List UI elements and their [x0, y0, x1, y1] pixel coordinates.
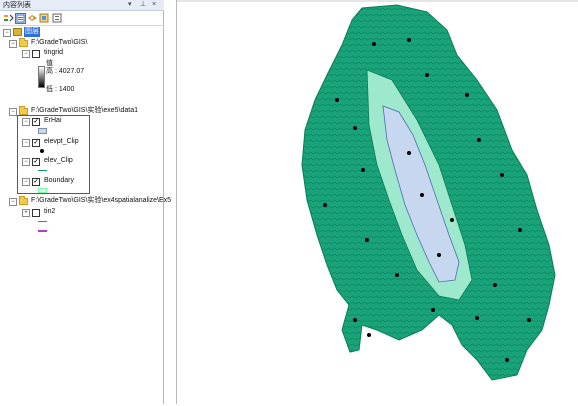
elevation-point [500, 173, 504, 177]
elevation-point [475, 316, 479, 320]
elevation-point [407, 38, 411, 42]
layer-visibility-checkbox[interactable] [32, 209, 40, 217]
workspace-path: F:\GradeTwo\GIS\ [31, 39, 88, 46]
elevation-point [407, 151, 411, 155]
collapse-icon[interactable]: − [9, 108, 17, 116]
folder-icon [19, 196, 28, 205]
elevation-point [323, 203, 327, 207]
legend-low-label: 低 : 1400 [46, 86, 75, 93]
map-canvas[interactable] [177, 0, 578, 404]
collapse-icon[interactable]: − [9, 40, 17, 48]
toc-title: 内容列表 [3, 2, 31, 9]
elevation-point [361, 168, 365, 172]
elevation-point [450, 218, 454, 222]
elevation-point [425, 73, 429, 77]
elevation-point [335, 98, 339, 102]
elevation-point [353, 126, 357, 130]
legend-high-label: 高 : 4027.07 [46, 68, 85, 75]
elevation-point [437, 253, 441, 257]
edge-line-swatch [38, 221, 47, 222]
list-by-selection-icon [39, 13, 49, 23]
layer-name: tin2 [44, 208, 56, 215]
workspace-path: F:\GradeTwo\GIS\实验\ex4spatialanalize\Ex5 [31, 197, 172, 204]
layer-row-tingrid[interactable]: − tingrid [22, 48, 152, 58]
folder-icon [19, 106, 28, 115]
map-top-border [177, 0, 578, 2]
list-by-visibility-icon [28, 15, 37, 21]
list-by-drawing-order-icon [4, 14, 14, 22]
highlight-rectangle [17, 115, 90, 194]
elevation-point [395, 273, 399, 277]
folder-icon [19, 38, 28, 47]
toc-toolbar [0, 11, 164, 26]
elevation-ramp-swatch [38, 66, 45, 88]
elevation-point [465, 93, 469, 97]
elevation-point [367, 333, 371, 337]
elevation-point [477, 138, 481, 142]
list-by-selection-button[interactable] [39, 13, 50, 24]
workspace-group-gis[interactable]: − F:\GradeTwo\GIS\ [9, 38, 159, 48]
expand-icon[interactable]: + [22, 209, 30, 217]
elevation-point [372, 42, 376, 46]
list-by-source-button[interactable] [15, 13, 26, 24]
collapse-icon[interactable]: − [3, 29, 11, 37]
pin-icon[interactable]: ⊥ [140, 1, 146, 9]
list-by-visibility-button[interactable] [27, 13, 38, 24]
elevation-point [518, 228, 522, 232]
layer-row-tin2[interactable]: + tin2 [22, 207, 92, 217]
options-button[interactable] [52, 13, 63, 24]
table-of-contents-panel: 内容列表 ▾ ⊥ × − 图层 − F:\GradeTwo\GIS\ − tin… [0, 0, 171, 404]
toc-titlebar: 内容列表 ▾ ⊥ × [0, 0, 164, 11]
panel-menu-icon[interactable]: ▾ [128, 1, 132, 9]
list-by-source-icon [16, 14, 25, 23]
map-display[interactable] [176, 0, 578, 404]
layers-root-label: 图层 [24, 27, 40, 37]
layers-root-node[interactable]: − 图层 [3, 27, 153, 37]
collapse-icon[interactable]: − [9, 198, 17, 206]
layer-visibility-checkbox[interactable] [32, 50, 40, 58]
layer-name: tingrid [44, 49, 64, 56]
elevation-point [493, 283, 497, 287]
list-by-drawing-order-button[interactable] [3, 13, 14, 24]
elevation-point [353, 318, 357, 322]
elevation-point [505, 358, 509, 362]
layers-icon [13, 28, 22, 36]
elevation-point [527, 318, 531, 322]
close-icon[interactable]: × [152, 1, 156, 9]
elevation-point [420, 193, 424, 197]
elevation-point [431, 308, 435, 312]
collapse-icon[interactable]: − [22, 50, 30, 58]
edge-line-swatch [38, 230, 47, 232]
workspace-group-ex5[interactable]: − F:\GradeTwo\GIS\实验\ex4spatialanalize\E… [9, 196, 171, 206]
options-icon [52, 13, 62, 23]
elevation-point [365, 238, 369, 242]
